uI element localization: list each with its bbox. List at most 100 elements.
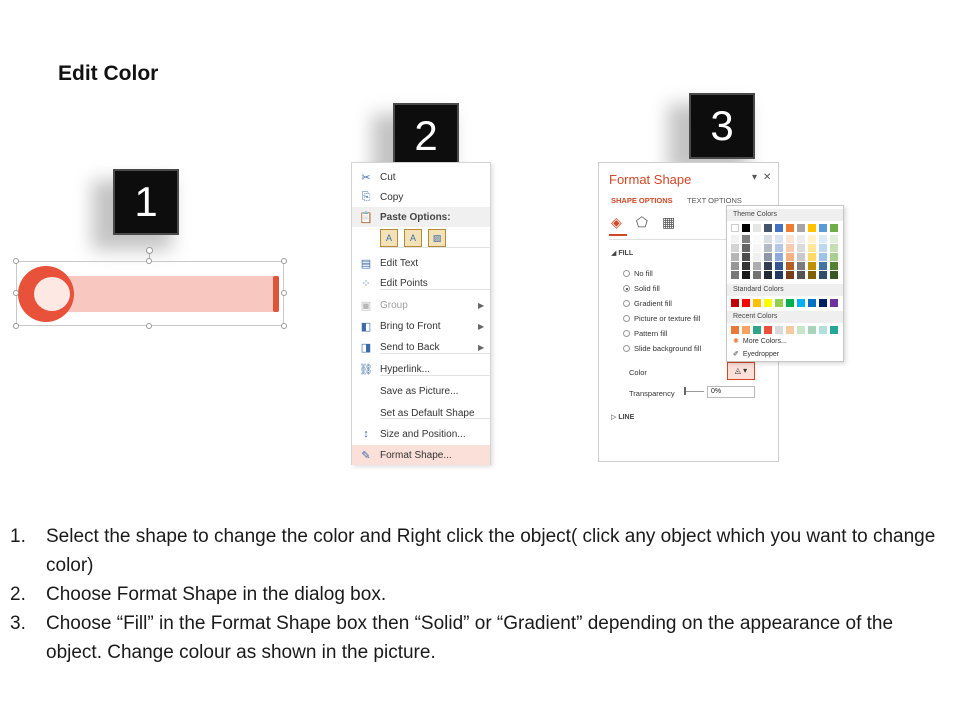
menu-item-size-and-position[interactable]: ↕ Size and Position...: [352, 424, 490, 444]
theme-shade-swatch[interactable]: [775, 253, 783, 261]
theme-shade-swatch[interactable]: [742, 235, 750, 243]
resize-handle[interactable]: [13, 258, 19, 264]
theme-shade-swatch[interactable]: [742, 262, 750, 270]
menu-item-send-to-back[interactable]: ◨ Send to Back ▶: [352, 337, 490, 357]
radio-dot[interactable]: [623, 330, 630, 337]
bar-shape[interactable]: [48, 276, 278, 312]
paste-picture-icon[interactable]: ▨: [428, 229, 446, 247]
paste-keep-format-icon[interactable]: A: [380, 229, 398, 247]
theme-shade-swatch[interactable]: [775, 244, 783, 252]
theme-shade-swatch[interactable]: [797, 271, 805, 279]
theme-shade-swatch[interactable]: [764, 235, 772, 243]
resize-handle[interactable]: [13, 323, 19, 329]
standard-color-swatch[interactable]: [742, 299, 750, 307]
theme-shade-swatch[interactable]: [764, 253, 772, 261]
theme-shade-swatch[interactable]: [753, 253, 761, 261]
theme-shade-swatch[interactable]: [830, 253, 838, 261]
theme-shade-swatch[interactable]: [742, 244, 750, 252]
theme-shade-swatch[interactable]: [753, 262, 761, 270]
menu-item-set-as-default-shape[interactable]: Set as Default Shape: [352, 403, 490, 423]
recent-color-swatch[interactable]: [797, 326, 805, 334]
theme-shade-swatch[interactable]: [786, 253, 794, 261]
theme-shade-swatch[interactable]: [764, 244, 772, 252]
menu-item-group[interactable]: ▣ Group ▶: [352, 295, 490, 315]
line-section[interactable]: ▷ LINE: [611, 413, 634, 421]
resize-handle[interactable]: [13, 290, 19, 296]
theme-shade-swatch[interactable]: [808, 244, 816, 252]
theme-color-swatch[interactable]: [830, 224, 838, 232]
size-properties-icon[interactable]: ▦: [662, 214, 675, 231]
theme-shade-swatch[interactable]: [830, 271, 838, 279]
menu-item-copy[interactable]: ⎘ Copy: [352, 187, 490, 207]
effects-icon[interactable]: ⬠: [636, 214, 648, 231]
theme-shade-swatch[interactable]: [786, 235, 794, 243]
radio-gradient-fill[interactable]: Gradient fill: [623, 299, 672, 308]
radio-pattern-fill[interactable]: Pattern fill: [623, 329, 667, 338]
theme-shade-swatch[interactable]: [830, 244, 838, 252]
theme-shade-swatch[interactable]: [797, 253, 805, 261]
paste-merge-icon[interactable]: A: [404, 229, 422, 247]
theme-shade-swatch[interactable]: [808, 262, 816, 270]
theme-shade-swatch[interactable]: [808, 235, 816, 243]
radio-solid-fill[interactable]: Solid fill: [623, 284, 660, 293]
theme-shade-swatch[interactable]: [797, 262, 805, 270]
standard-color-swatch[interactable]: [830, 299, 838, 307]
resize-handle[interactable]: [281, 290, 287, 296]
theme-color-swatch[interactable]: [797, 224, 805, 232]
theme-color-swatch[interactable]: [731, 224, 739, 232]
theme-shade-swatch[interactable]: [819, 235, 827, 243]
radio-dot[interactable]: [623, 270, 630, 277]
theme-shade-swatch[interactable]: [753, 271, 761, 279]
theme-shade-swatch[interactable]: [819, 262, 827, 270]
theme-shade-swatch[interactable]: [797, 235, 805, 243]
recent-color-swatch[interactable]: [808, 326, 816, 334]
theme-shade-swatch[interactable]: [786, 244, 794, 252]
radio-dot[interactable]: [623, 285, 630, 292]
radio-dot[interactable]: [623, 345, 630, 352]
theme-shade-swatch[interactable]: [808, 253, 816, 261]
radio-slide-background-fill[interactable]: Slide background fill: [623, 344, 701, 353]
recent-color-swatch[interactable]: [764, 326, 772, 334]
recent-color-swatch[interactable]: [775, 326, 783, 334]
menu-item-cut[interactable]: ✂ Cut: [352, 167, 490, 187]
menu-item-format-shape[interactable]: ✎ Format Shape...: [352, 445, 490, 465]
menu-item-bring-to-front[interactable]: ◧ Bring to Front ▶: [352, 316, 490, 336]
tab-text-options[interactable]: TEXT OPTIONS: [687, 196, 742, 205]
resize-handle[interactable]: [146, 258, 152, 264]
resize-handle[interactable]: [281, 258, 287, 264]
standard-color-swatch[interactable]: [775, 299, 783, 307]
recent-color-swatch[interactable]: [742, 326, 750, 334]
recent-color-swatch[interactable]: [731, 326, 739, 334]
recent-color-swatch[interactable]: [830, 326, 838, 334]
theme-shade-swatch[interactable]: [731, 244, 739, 252]
standard-color-swatch[interactable]: [764, 299, 772, 307]
theme-shade-swatch[interactable]: [775, 235, 783, 243]
color-picker-button[interactable]: ◬ ▾: [727, 362, 755, 380]
more-colors-item[interactable]: ✺ More Colors...: [733, 337, 787, 346]
close-icon[interactable]: ✕: [763, 172, 771, 183]
menu-item-edit-text[interactable]: ▤ Edit Text: [352, 253, 490, 273]
theme-color-swatch[interactable]: [764, 224, 772, 232]
theme-shade-swatch[interactable]: [742, 253, 750, 261]
standard-color-swatch[interactable]: [731, 299, 739, 307]
fill-section[interactable]: ◢ FILL: [611, 249, 633, 257]
rotation-handle[interactable]: [146, 247, 153, 254]
recent-color-swatch[interactable]: [753, 326, 761, 334]
theme-shade-swatch[interactable]: [775, 271, 783, 279]
recent-color-swatch[interactable]: [819, 326, 827, 334]
recent-color-swatch[interactable]: [786, 326, 794, 334]
eyedropper-item[interactable]: ✐ Eyedropper: [733, 350, 779, 359]
theme-color-swatch[interactable]: [808, 224, 816, 232]
theme-shade-swatch[interactable]: [775, 262, 783, 270]
theme-color-swatch[interactable]: [753, 224, 761, 232]
theme-shade-swatch[interactable]: [731, 271, 739, 279]
theme-shade-swatch[interactable]: [786, 262, 794, 270]
transparency-slider[interactable]: [684, 391, 704, 392]
pane-options-icon[interactable]: ▾: [752, 172, 757, 183]
resize-handle[interactable]: [281, 323, 287, 329]
theme-shade-swatch[interactable]: [797, 244, 805, 252]
radio-dot[interactable]: [623, 300, 630, 307]
standard-color-swatch[interactable]: [753, 299, 761, 307]
fill-line-icon[interactable]: ◈: [611, 214, 622, 231]
theme-color-swatch[interactable]: [819, 224, 827, 232]
